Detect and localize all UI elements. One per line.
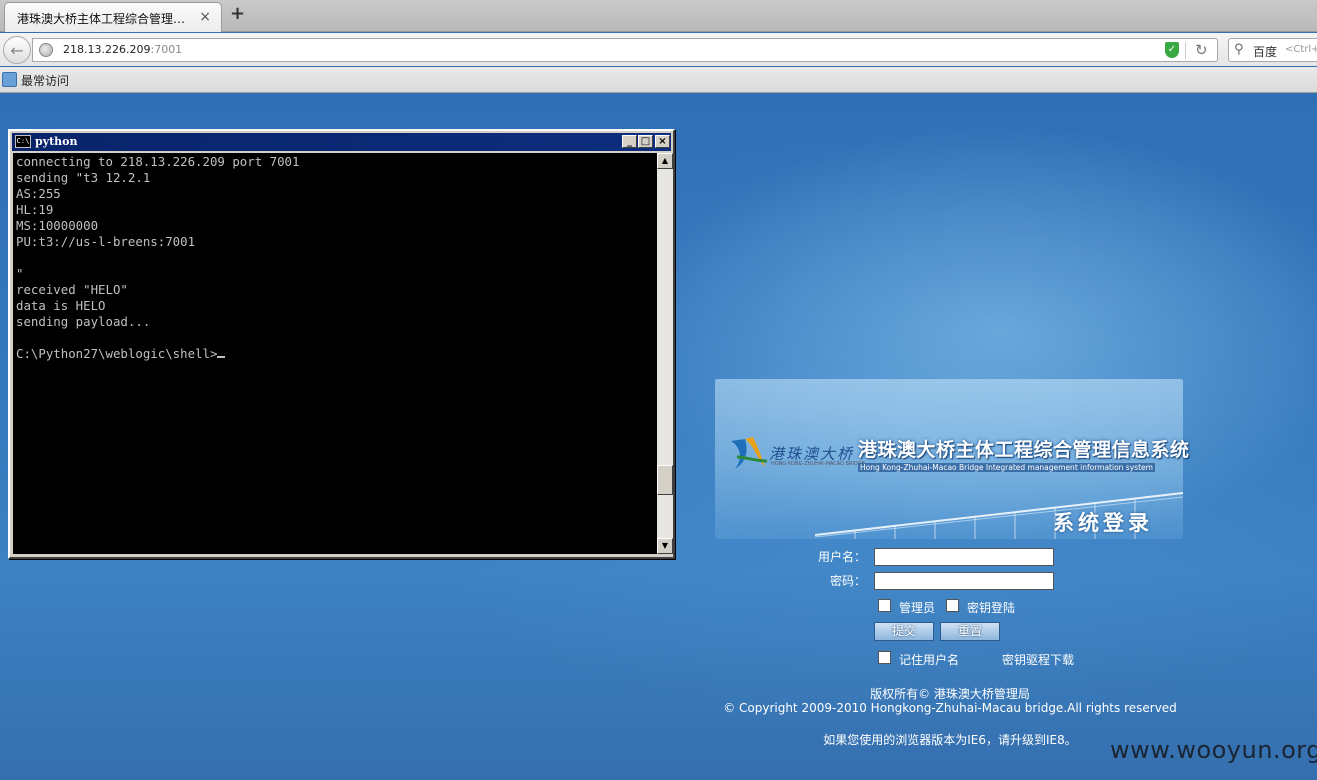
console-titlebar[interactable]: C:\ python _ □ × bbox=[12, 133, 671, 151]
console-line: received "HELO" bbox=[16, 282, 128, 297]
footer-rights: 版权所有© 港珠澳大桥管理局 bbox=[870, 687, 1030, 701]
divider bbox=[1185, 42, 1186, 59]
bookmarks-toolbar: 最常访问 bbox=[0, 67, 1317, 93]
url-host: 218.13.226.209 bbox=[63, 43, 151, 56]
console-line: sending "t3 12.2.1 bbox=[16, 170, 151, 185]
footer-copyright: © Copyright 2009-2010 Hongkong-Zhuhai-Ma… bbox=[723, 701, 1177, 715]
key-driver-download-link[interactable]: 密钥驱程下载 bbox=[1002, 651, 1074, 668]
back-button[interactable]: ← bbox=[3, 36, 31, 64]
admin-checkbox-label: 管理员 bbox=[899, 601, 936, 615]
key-login-checkbox[interactable] bbox=[946, 599, 959, 612]
reload-icon[interactable]: ↻ bbox=[1195, 41, 1208, 59]
system-title-english: Hong Kong-Zhuhai-Macao Bridge Integrated… bbox=[858, 463, 1155, 472]
tab-strip: 港珠澳大桥主体工程综合管理… × + bbox=[0, 0, 1317, 32]
address-bar[interactable]: 218.13.226.209:7001 ✓ ↻ bbox=[32, 38, 1218, 62]
close-button[interactable]: × bbox=[655, 135, 670, 148]
search-engine-label: 百度 bbox=[1253, 45, 1278, 59]
url-text[interactable]: 218.13.226.209:7001 bbox=[63, 43, 182, 56]
system-title: 港珠澳大桥主体工程综合管理信息系统 bbox=[858, 439, 1190, 461]
cmd-icon: C:\ bbox=[15, 135, 31, 148]
console-line: MS:10000000 bbox=[16, 218, 99, 233]
browser-tab[interactable]: 港珠澳大桥主体工程综合管理… × bbox=[4, 2, 222, 32]
shield-icon[interactable]: ✓ bbox=[1165, 42, 1179, 58]
new-tab-button[interactable]: + bbox=[230, 5, 245, 23]
username-input[interactable] bbox=[874, 548, 1054, 566]
bridge-logo-icon bbox=[731, 437, 768, 469]
remember-username-checkbox[interactable] bbox=[878, 651, 891, 664]
key-login-checkbox-label: 密钥登陆 bbox=[967, 601, 1016, 615]
scroll-thumb[interactable] bbox=[657, 465, 673, 495]
tab-title: 港珠澳大桥主体工程综合管理… bbox=[17, 12, 186, 26]
admin-checkbox[interactable] bbox=[878, 599, 891, 612]
arrow-left-icon: ← bbox=[10, 40, 24, 60]
console-window[interactable]: C:\ python _ □ × connecting to 218.13.22… bbox=[8, 129, 675, 559]
submit-button[interactable]: 提交 bbox=[874, 622, 934, 641]
logo-subtitle: HONG KONG-ZHUHAI-MACAO BRIDGE bbox=[771, 461, 865, 467]
bookmark-most-visited[interactable]: 最常访问 bbox=[21, 72, 69, 89]
console-line: C:\Python27\weblogic\shell> bbox=[16, 346, 299, 362]
console-line: data is HELO bbox=[16, 298, 106, 313]
console-text: connecting to 218.13.226.209 port 7001 se… bbox=[16, 154, 299, 362]
console-line: HL:19 bbox=[16, 202, 54, 217]
scroll-down-button[interactable]: ▼ bbox=[657, 538, 673, 554]
remember-username-label: 记住用户名 bbox=[899, 653, 960, 667]
navigation-bar: ← 218.13.226.209:7001 ✓ ↻ ⚲ 百度 <Ctrl+K> bbox=[0, 33, 1317, 66]
username-label: 用户名： bbox=[817, 550, 866, 564]
minimize-button[interactable]: _ bbox=[622, 135, 637, 148]
maximize-button[interactable]: □ bbox=[638, 135, 653, 148]
login-heading: 系统登录 bbox=[1053, 511, 1153, 535]
console-line: sending payload... bbox=[16, 314, 151, 329]
console-scrollbar[interactable]: ▲ ▼ bbox=[657, 153, 673, 554]
console-line: PU:t3://us-l-breens:7001 bbox=[16, 234, 196, 249]
password-input[interactable] bbox=[874, 572, 1054, 590]
reset-button[interactable]: 重置 bbox=[940, 622, 1000, 641]
search-placeholder: <Ctrl+K> bbox=[1285, 44, 1317, 55]
search-bar[interactable]: ⚲ 百度 <Ctrl+K> bbox=[1228, 38, 1317, 62]
text-cursor bbox=[217, 356, 226, 358]
console-output[interactable]: connecting to 218.13.226.209 port 7001 se… bbox=[13, 153, 657, 554]
password-label: 密码： bbox=[829, 574, 866, 588]
url-port: :7001 bbox=[150, 43, 183, 56]
console-title: python bbox=[35, 135, 78, 148]
console-line: AS:255 bbox=[16, 186, 61, 201]
bookmark-folder-icon bbox=[2, 72, 17, 87]
scroll-up-button[interactable]: ▲ bbox=[657, 153, 673, 169]
watermark: www.wooyun.org bbox=[1110, 736, 1317, 764]
close-tab-icon[interactable]: × bbox=[199, 9, 211, 25]
console-line: connecting to 218.13.226.209 port 7001 bbox=[16, 154, 300, 169]
globe-icon bbox=[39, 43, 53, 57]
console-line: " bbox=[16, 266, 24, 281]
search-icon: ⚲ bbox=[1234, 42, 1244, 57]
login-banner: 港珠澳大桥 HONG KONG-ZHUHAI-MACAO BRIDGE 港珠澳大… bbox=[715, 379, 1189, 539]
